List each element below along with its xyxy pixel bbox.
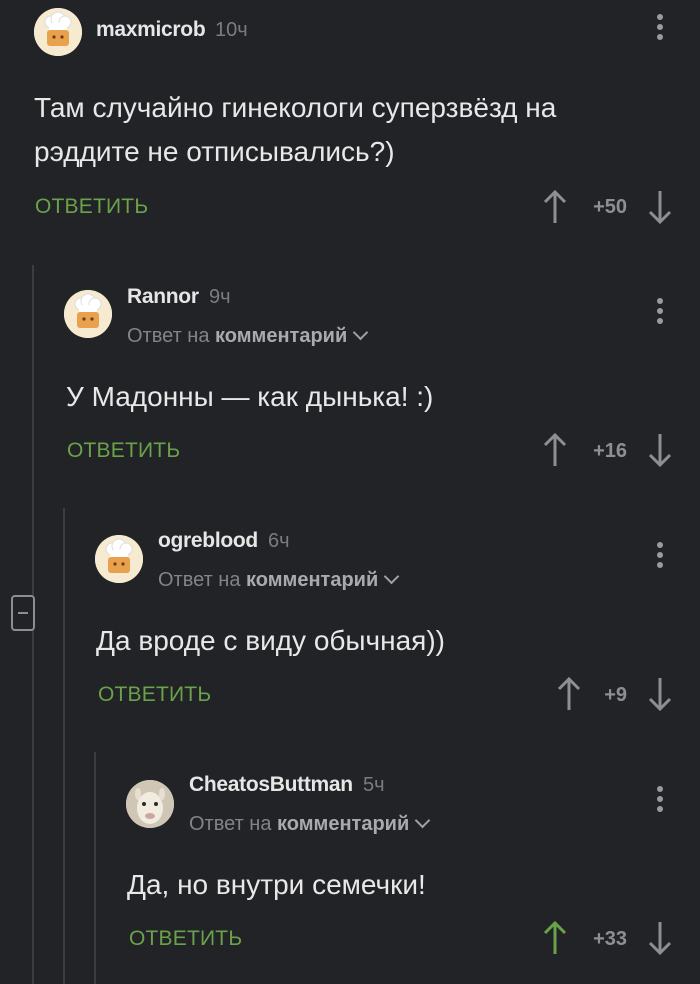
chef-avatar-icon — [34, 8, 82, 56]
more-options-icon[interactable] — [655, 298, 665, 328]
comment-text-line-1: Там случайно гинекологи суперзвёзд на — [34, 92, 557, 123]
more-options-icon[interactable] — [655, 542, 665, 572]
downvote-arrow-icon[interactable] — [647, 920, 673, 956]
chevron-down-icon — [352, 324, 369, 341]
thread-line-level-2[interactable] — [63, 508, 65, 984]
reply-to-link[interactable]: Ответ на комментарий — [127, 324, 369, 348]
comment-text-line-2: рэддите не отписывались?) — [34, 136, 395, 167]
downvote-arrow-icon[interactable] — [647, 676, 673, 712]
reply-button[interactable]: ОТВЕТИТЬ — [129, 927, 242, 951]
avatar[interactable] — [95, 535, 143, 583]
comment-time: 10ч — [215, 19, 248, 41]
reply-to-prefix: Ответ на — [127, 325, 210, 347]
reply-to-prefix: Ответ на — [189, 813, 272, 835]
comment-time: 9ч — [209, 286, 231, 308]
author-name[interactable]: maxmicrob — [96, 18, 206, 42]
author-name[interactable]: ogreblood — [158, 529, 258, 553]
upvote-arrow-icon[interactable] — [542, 189, 568, 225]
rating-value: +9 — [604, 684, 627, 706]
avatar[interactable] — [34, 8, 82, 56]
avatar[interactable] — [64, 290, 112, 338]
chevron-down-icon — [383, 568, 400, 585]
reply-button[interactable]: ОТВЕТИТЬ — [67, 439, 180, 463]
reply-to-link[interactable]: Ответ на комментарий — [189, 812, 431, 836]
reply-button[interactable]: ОТВЕТИТЬ — [35, 195, 148, 219]
avatar[interactable] — [126, 780, 174, 828]
comment-time: 6ч — [268, 530, 290, 552]
reply-to-target: комментарий — [246, 569, 379, 591]
comment-time: 5ч — [363, 774, 385, 796]
reply-to-link[interactable]: Ответ на комментарий — [158, 568, 400, 592]
author-name[interactable]: Rannor — [127, 285, 199, 309]
reply-to-target: комментарий — [215, 325, 348, 347]
rating-value: +16 — [593, 440, 627, 462]
collapse-thread-button[interactable] — [11, 595, 35, 631]
comment-text-line-1: Да вроде с виду обычная)) — [96, 625, 445, 656]
thread-line-level-3[interactable] — [94, 752, 96, 984]
reply-button[interactable]: ОТВЕТИТЬ — [98, 683, 211, 707]
chef-avatar-icon — [95, 535, 143, 583]
more-options-icon[interactable] — [655, 14, 665, 44]
downvote-arrow-icon[interactable] — [647, 432, 673, 468]
rating-value: +33 — [593, 928, 627, 950]
author-name[interactable]: CheatosButtman — [189, 773, 353, 797]
comment-text-line-1: Да, но внутри семечки! — [127, 869, 426, 900]
reply-to-target: комментарий — [277, 813, 410, 835]
upvote-arrow-icon[interactable] — [556, 676, 582, 712]
chef-avatar-icon — [64, 290, 112, 338]
rating-value: +50 — [593, 196, 627, 218]
chevron-down-icon — [414, 812, 431, 829]
upvote-arrow-icon[interactable] — [542, 920, 568, 956]
reply-to-prefix: Ответ на — [158, 569, 241, 591]
downvote-arrow-icon[interactable] — [647, 189, 673, 225]
alpaca-avatar-icon — [126, 780, 174, 828]
upvote-arrow-icon[interactable] — [542, 432, 568, 468]
more-options-icon[interactable] — [655, 786, 665, 816]
comment-text-line-1: У Мадонны — как дынька! :) — [66, 381, 434, 412]
